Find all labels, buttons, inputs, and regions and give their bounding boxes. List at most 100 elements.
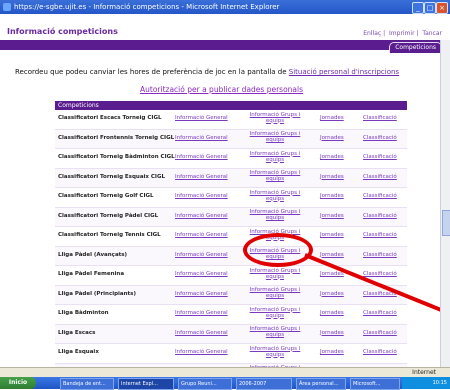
jornades-link[interactable]: Jornades bbox=[320, 310, 344, 316]
groups-teams-link[interactable]: Informació Grups i equips bbox=[247, 190, 303, 202]
groups-teams-link[interactable]: Informació Grups i equips bbox=[247, 326, 303, 338]
classification-link[interactable]: Classificació bbox=[363, 310, 397, 316]
classification-link[interactable]: Classificació bbox=[363, 232, 397, 238]
info-general-link[interactable]: Informació General bbox=[175, 135, 228, 141]
info-general-link[interactable]: Informació General bbox=[175, 330, 228, 336]
table-row: Lliga Esquaix Informació General Informaci… bbox=[55, 344, 407, 364]
groups-teams-link[interactable]: Informació Grups i equips bbox=[247, 131, 303, 143]
enllac-link[interactable]: Enllaç bbox=[363, 30, 381, 37]
classification-link[interactable]: Classificació bbox=[363, 252, 397, 258]
info-general-link[interactable]: Informació General bbox=[175, 154, 228, 160]
table-row: Lliga Escacs Informació General Informació… bbox=[55, 324, 407, 344]
vertical-scrollbar[interactable] bbox=[440, 40, 450, 367]
nav-bar bbox=[0, 40, 450, 50]
info-general-link[interactable]: Informació General bbox=[175, 252, 228, 258]
taskbar: Inicio Bandeja de ent... Internet Expl...… bbox=[0, 377, 450, 390]
groups-teams-link[interactable]: Informació Grups i equips bbox=[247, 151, 303, 163]
jornades-link[interactable]: Jornades bbox=[320, 291, 344, 297]
taskbar-item[interactable]: Bandeja de ent... bbox=[60, 378, 114, 390]
info-general-link[interactable]: Informació General bbox=[175, 310, 228, 316]
groups-teams-link[interactable]: Informació Grups i equips bbox=[247, 209, 303, 221]
jornades-link[interactable]: Jornades bbox=[320, 213, 344, 219]
minimize-button[interactable]: _ bbox=[412, 2, 424, 14]
table-row: Lliga Pàdel (Principiants) Informació Gen… bbox=[55, 285, 407, 305]
competition-name: Lliga Pàdel Femenina bbox=[58, 271, 125, 277]
jornades-link[interactable]: Jornades bbox=[320, 115, 344, 121]
info-general-link[interactable]: Informació General bbox=[175, 291, 228, 297]
competition-name: Classificatori Torneig Bàdminton CIGL bbox=[58, 154, 175, 160]
table-row: Classificatori Torneig Pàdel CIGL Informa… bbox=[55, 207, 407, 227]
taskbar-item[interactable]: Grupo Reuni... bbox=[178, 378, 232, 390]
competition-name: Classificatori Torneig Golf CIGL bbox=[58, 193, 154, 199]
print-link[interactable]: Imprimir bbox=[389, 30, 415, 37]
personal-situation-link[interactable]: Situació personal d'inscripcions bbox=[289, 68, 399, 76]
jornades-link[interactable]: Jornades bbox=[320, 135, 344, 141]
close-button[interactable]: × bbox=[436, 2, 448, 14]
competitions-table: Competicions Classificatori Escacs Torne… bbox=[55, 101, 407, 383]
tab-competicions[interactable]: Competicions bbox=[389, 42, 442, 53]
competition-name: Classificatori Torneig Tennis CIGL bbox=[58, 232, 161, 238]
classification-link[interactable]: Classificació bbox=[363, 174, 397, 180]
competition-name: Lliga Pàdel (Avançats) bbox=[58, 251, 128, 258]
classification-link[interactable]: Classificació bbox=[363, 349, 397, 355]
competition-name: Classificatori Escacs Torneig CIGL bbox=[58, 115, 162, 121]
info-general-link[interactable]: Informació General bbox=[175, 349, 228, 355]
competition-name: Lliga Esquaix bbox=[58, 349, 99, 355]
start-button[interactable]: Inicio bbox=[0, 377, 36, 389]
classification-link[interactable]: Classificació bbox=[363, 115, 397, 121]
notice-message: Recordeu que podeu canviar les hores de … bbox=[15, 68, 287, 76]
groups-teams-link[interactable]: Informació Grups i equips bbox=[247, 268, 303, 280]
taskbar-item[interactable]: Internet Expl... bbox=[118, 378, 174, 390]
classification-link[interactable]: Classificació bbox=[363, 330, 397, 336]
window-titlebar: https://e-sgbe.ujit.es - Informació comp… bbox=[0, 0, 450, 14]
classification-link[interactable]: Classificació bbox=[363, 213, 397, 219]
notice-text: Recordeu que podeu canviar les hores de … bbox=[15, 68, 435, 76]
classification-link[interactable]: Classificació bbox=[363, 154, 397, 160]
clock: 10:15 bbox=[432, 380, 447, 386]
jornades-link[interactable]: Jornades bbox=[320, 154, 344, 160]
info-general-link[interactable]: Informació General bbox=[175, 193, 228, 199]
competition-name: Lliga Bàdminton bbox=[58, 310, 109, 316]
jornades-link[interactable]: Jornades bbox=[320, 232, 344, 238]
info-general-link[interactable]: Informació General bbox=[175, 213, 228, 219]
classification-link[interactable]: Classificació bbox=[363, 135, 397, 141]
scroll-thumb[interactable] bbox=[442, 210, 450, 236]
table-row: Classificatori Torneig Tennis CIGL Inform… bbox=[55, 227, 407, 247]
groups-teams-link[interactable]: Informació Grups i equips bbox=[247, 287, 303, 299]
taskbar-item[interactable]: 2006-2007 bbox=[236, 378, 292, 390]
jornades-link[interactable]: Jornades bbox=[320, 174, 344, 180]
taskbar-item[interactable]: Microsoft... bbox=[350, 378, 400, 390]
table-row: Classificatori Escacs Torneig CIGL Inform… bbox=[55, 110, 407, 130]
table-row: Classificatori Torneig Golf CIGL Informac… bbox=[55, 188, 407, 208]
jornades-link[interactable]: Jornades bbox=[320, 330, 344, 336]
classification-link[interactable]: Classificació bbox=[363, 271, 397, 277]
competition-name: Lliga Pàdel (Principiants) bbox=[58, 290, 136, 297]
groups-teams-link[interactable]: Informació Grups i equips bbox=[247, 112, 303, 124]
taskbar-item[interactable]: Área personal... bbox=[296, 378, 346, 390]
info-general-link[interactable]: Informació General bbox=[175, 115, 228, 121]
maximize-button[interactable]: □ bbox=[424, 2, 436, 14]
competition-name: Lliga Escacs bbox=[58, 329, 96, 336]
jornades-link[interactable]: Jornades bbox=[320, 252, 344, 258]
table-row: Lliga Bàdminton Informació General Informa… bbox=[55, 305, 407, 325]
groups-teams-link[interactable]: Informació Grups i equips bbox=[247, 307, 303, 319]
table-row: Classificatori Torneig Bàdminton CIGL Inf… bbox=[55, 149, 407, 169]
jornades-link[interactable]: Jornades bbox=[320, 349, 344, 355]
table-header: Competicions bbox=[55, 101, 407, 110]
authorization-link[interactable]: Autorització per a publicar dades person… bbox=[140, 85, 303, 94]
close-link[interactable]: Tancar bbox=[422, 30, 442, 37]
groups-teams-link[interactable]: Informació Grups i equips bbox=[247, 170, 303, 182]
jornades-link[interactable]: Jornades bbox=[320, 193, 344, 199]
red-circle-annotation bbox=[243, 233, 313, 267]
groups-teams-link[interactable]: Informació Grups i equips bbox=[247, 346, 303, 358]
info-general-link[interactable]: Informació General bbox=[175, 174, 228, 180]
classification-link[interactable]: Classificació bbox=[363, 193, 397, 199]
competition-name: Classificatori Torneig Esquaix CIGL bbox=[58, 173, 165, 180]
table-row: Classificatori Frontennis Torneig CIGL In… bbox=[55, 129, 407, 149]
info-general-link[interactable]: Informació General bbox=[175, 271, 228, 277]
window-title: https://e-sgbe.ujit.es - Informació comp… bbox=[14, 3, 280, 11]
top-links: Enllaç | Imprimir | Tancar bbox=[363, 30, 442, 37]
internet-explorer-icon bbox=[3, 3, 11, 11]
jornades-link[interactable]: Jornades bbox=[320, 271, 344, 277]
info-general-link[interactable]: Informació General bbox=[175, 232, 228, 238]
